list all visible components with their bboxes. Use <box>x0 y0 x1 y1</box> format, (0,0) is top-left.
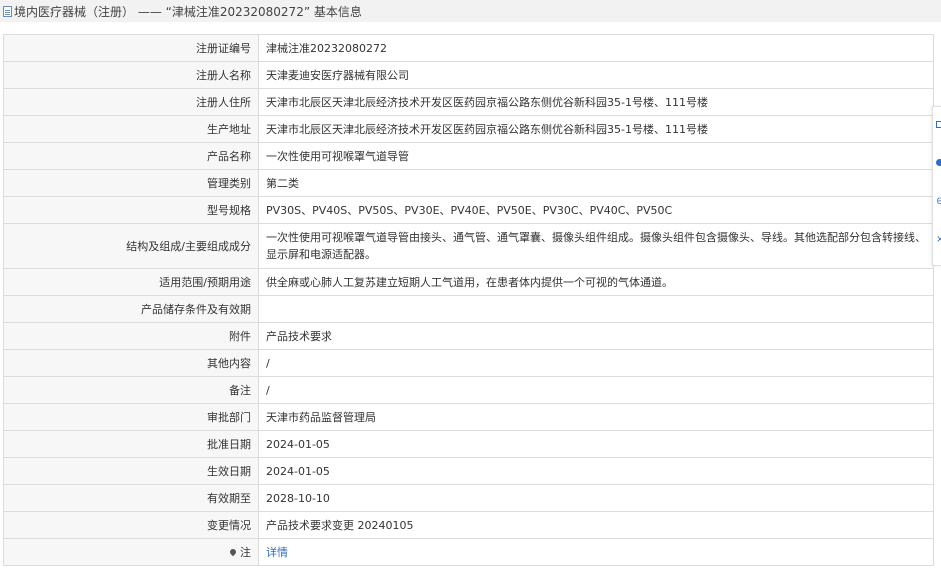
row-label: 生效日期 <box>3 457 259 485</box>
row-value: 天津市北辰区天津北辰经济技术开发区医药园京福公路东侧优谷新科园35-1号楼、11… <box>258 88 934 116</box>
row-label: 注册人名称 <box>3 61 259 89</box>
row-label: 结构及组成/主要组成成分 <box>3 223 259 269</box>
row-value: 2028-10-10 <box>258 484 934 512</box>
row-label: 产品名称 <box>3 142 259 170</box>
table-row: 备注 / <box>3 376 934 404</box>
row-value: 天津市北辰区天津北辰经济技术开发区医药园京福公路东侧优谷新科园35-1号楼、11… <box>258 115 934 143</box>
table-row: 适用范围/预期用途 供全麻或心肺人工复苏建立短期人工气道用，在患者体内提供一个可… <box>3 268 934 296</box>
table-row: 其他内容 / <box>3 349 934 377</box>
table-row: 注册人住所 天津市北辰区天津北辰经济技术开发区医药园京福公路东侧优谷新科园35-… <box>3 88 934 116</box>
row-value: PV30S、PV40S、PV50S、PV30E、PV40E、PV50E、PV30… <box>258 196 934 224</box>
table-row: 有效期至 2028-10-10 <box>3 484 934 512</box>
row-label: 变更情况 <box>3 511 259 539</box>
table-row: 型号规格 PV30S、PV40S、PV50S、PV30E、PV40E、PV50E… <box>3 196 934 224</box>
info-table: 注册证编号 津械注准20232080272 注册人名称 天津麦迪安医疗器械有限公… <box>3 34 934 566</box>
row-label: 型号规格 <box>3 196 259 224</box>
table-row: 结构及组成/主要组成成分 一次性使用可视喉罩气道导管由接头、通气管、通气罩囊、摄… <box>3 223 934 269</box>
row-value: 2024-01-05 <box>258 430 934 458</box>
row-label: 有效期至 <box>3 484 259 512</box>
link-icon[interactable]: ⊖ <box>936 197 941 207</box>
row-value: 天津市药品监督管理局 <box>258 403 934 431</box>
table-row: 审批部门 天津市药品监督管理局 <box>3 403 934 431</box>
pin-icon <box>228 547 238 556</box>
table-row: 产品名称 一次性使用可视喉罩气道导管 <box>3 142 934 170</box>
row-value: 产品技术要求 <box>258 322 934 350</box>
table-row: 注册人名称 天津麦迪安医疗器械有限公司 <box>3 61 934 89</box>
row-label: 生产地址 <box>3 115 259 143</box>
row-value: 一次性使用可视喉罩气道导管 <box>258 142 934 170</box>
row-label: 备注 <box>3 376 259 404</box>
table-row: 产品储存条件及有效期 <box>3 295 934 323</box>
row-value: 供全麻或心肺人工复苏建立短期人工气道用，在患者体内提供一个可视的气体通道。 <box>258 268 934 296</box>
row-value: / <box>258 349 934 377</box>
row-value <box>258 295 934 323</box>
row-label: 批准日期 <box>3 430 259 458</box>
table-row: 生效日期 2024-01-05 <box>3 457 934 485</box>
row-value: 2024-01-05 <box>258 457 934 485</box>
note-value-cell: 详情 <box>258 538 934 566</box>
side-toolbar: ⊖ × <box>932 106 941 266</box>
row-value: 天津麦迪安医疗器械有限公司 <box>258 61 934 89</box>
table-row: 附件 产品技术要求 <box>3 322 934 350</box>
row-label: 附件 <box>3 322 259 350</box>
row-label: 产品储存条件及有效期 <box>3 295 259 323</box>
table-row-note: 注 详情 <box>3 538 934 566</box>
page-title: 境内医疗器械（注册） —— “津械注准20232080272” 基本信息 <box>14 4 362 19</box>
document-icon <box>3 5 12 17</box>
row-label: 注册证编号 <box>3 34 259 62</box>
row-value: 津械注准20232080272 <box>258 34 934 62</box>
page-title-bar: 境内医疗器械（注册） —— “津械注准20232080272” 基本信息 <box>0 0 941 22</box>
document-icon[interactable] <box>936 121 941 128</box>
table-row: 批准日期 2024-01-05 <box>3 430 934 458</box>
row-label: 其他内容 <box>3 349 259 377</box>
row-value: / <box>258 376 934 404</box>
table-row: 变更情况 产品技术要求变更 20240105 <box>3 511 934 539</box>
row-label: 管理类别 <box>3 169 259 197</box>
row-value: 第二类 <box>258 169 934 197</box>
row-label: 注册人住所 <box>3 88 259 116</box>
table-row: 生产地址 天津市北辰区天津北辰经济技术开发区医药园京福公路东侧优谷新科园35-1… <box>3 115 934 143</box>
row-value: 一次性使用可视喉罩气道导管由接头、通气管、通气罩囊、摄像头组件组成。摄像头组件包… <box>258 223 934 269</box>
row-label: 审批部门 <box>3 403 259 431</box>
note-label-cell: 注 <box>3 538 259 566</box>
row-value: 产品技术要求变更 20240105 <box>258 511 934 539</box>
row-label: 适用范围/预期用途 <box>3 268 259 296</box>
circle-icon[interactable] <box>936 159 941 166</box>
note-label: 注 <box>240 545 251 559</box>
close-icon[interactable]: × <box>936 235 941 245</box>
table-row: 管理类别 第二类 <box>3 169 934 197</box>
details-link[interactable]: 详情 <box>266 546 288 559</box>
table-row: 注册证编号 津械注准20232080272 <box>3 34 934 62</box>
